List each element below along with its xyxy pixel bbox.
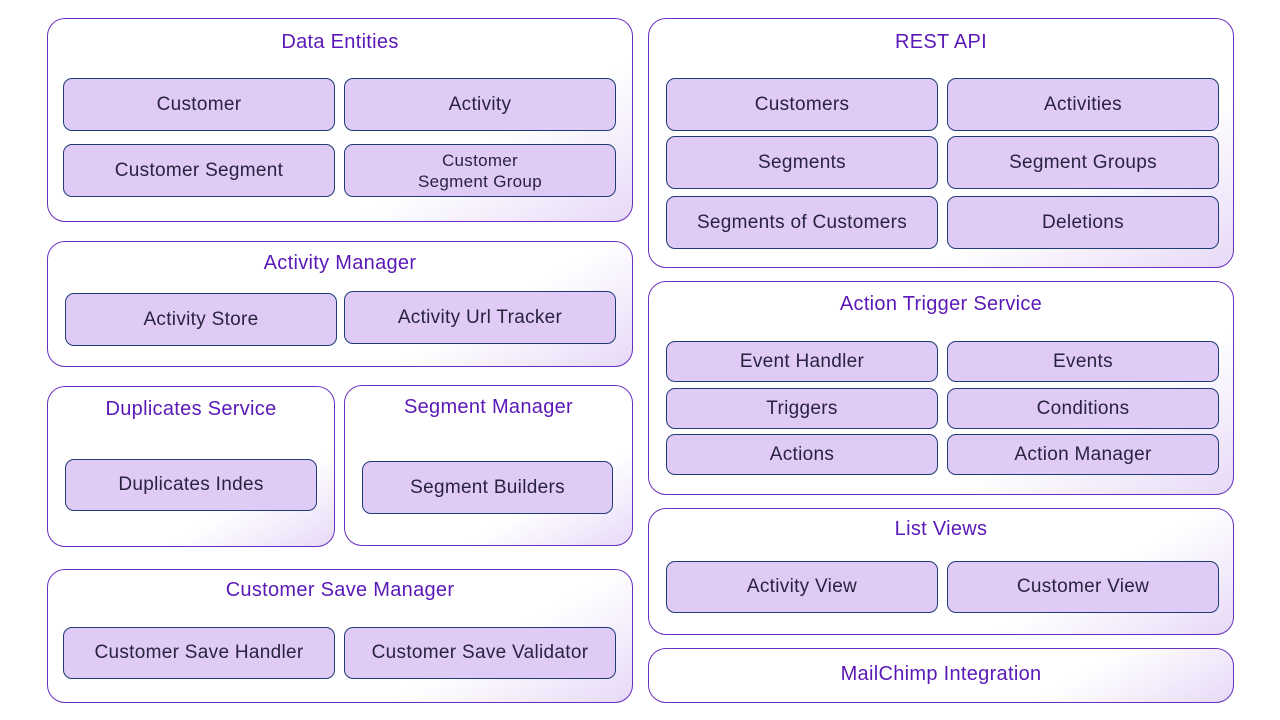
component-customers-endpoint[interactable]: Customers [666, 78, 938, 131]
group-title: Action Trigger Service [839, 293, 1043, 315]
component-customer-save-handler[interactable]: Customer Save Handler [63, 627, 335, 679]
group-rest-api: REST API Customers Activities Segments S… [648, 18, 1234, 268]
component-customer-view[interactable]: Customer View [947, 561, 1219, 613]
component-action-manager[interactable]: Action Manager [947, 434, 1219, 475]
group-title: Duplicates Service [105, 398, 277, 420]
component-conditions[interactable]: Conditions [947, 388, 1219, 429]
component-segment-builders[interactable]: Segment Builders [362, 461, 613, 514]
component-events[interactable]: Events [947, 341, 1219, 382]
component-deletions-endpoint[interactable]: Deletions [947, 196, 1219, 249]
group-duplicates-service: Duplicates Service Duplicates Indes [47, 386, 335, 547]
component-segments-of-customers-endpoint[interactable]: Segments of Customers [666, 196, 938, 249]
group-data-entities: Data Entities Customer Activity Customer… [47, 18, 633, 222]
group-title: List Views [894, 518, 988, 540]
group-title: Segment Manager [403, 396, 574, 418]
component-activities-endpoint[interactable]: Activities [947, 78, 1219, 131]
group-title: Data Entities [281, 31, 399, 53]
component-segment-groups-endpoint[interactable]: Segment Groups [947, 136, 1219, 189]
group-action-trigger-service: Action Trigger Service Event Handler Eve… [648, 281, 1234, 495]
group-title: Activity Manager [263, 252, 417, 274]
component-customer-save-validator[interactable]: Customer Save Validator [344, 627, 616, 679]
component-event-handler[interactable]: Event Handler [666, 341, 938, 382]
group-list-views: List Views Activity View Customer View [648, 508, 1234, 635]
group-title: Customer Save Manager [225, 579, 455, 601]
group-mailchimp-integration: MailChimp Integration [648, 648, 1234, 703]
group-segment-manager: Segment Manager Segment Builders [344, 385, 633, 546]
component-customer[interactable]: Customer [63, 78, 335, 131]
component-customer-segment[interactable]: Customer Segment [63, 144, 335, 197]
component-segments-endpoint[interactable]: Segments [666, 136, 938, 189]
component-activity-store[interactable]: Activity Store [65, 293, 337, 346]
component-customer-segment-group[interactable]: Customer Segment Group [344, 144, 616, 197]
group-activity-manager: Activity Manager Activity Store Activity… [47, 241, 633, 367]
component-activity[interactable]: Activity [344, 78, 616, 131]
group-title: REST API [894, 31, 988, 53]
group-title: MailChimp Integration [840, 663, 1042, 685]
component-duplicates-index[interactable]: Duplicates Indes [65, 459, 317, 511]
component-triggers[interactable]: Triggers [666, 388, 938, 429]
component-activity-url-tracker[interactable]: Activity Url Tracker [344, 291, 616, 344]
component-activity-view[interactable]: Activity View [666, 561, 938, 613]
component-actions[interactable]: Actions [666, 434, 938, 475]
group-customer-save-manager: Customer Save Manager Customer Save Hand… [47, 569, 633, 703]
